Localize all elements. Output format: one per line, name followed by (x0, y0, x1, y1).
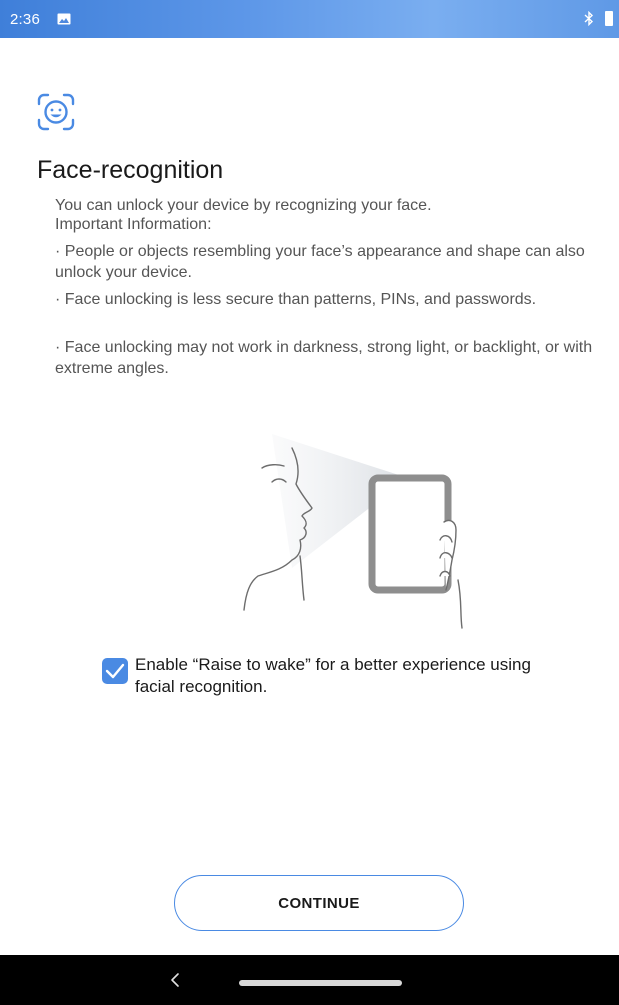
description-intro: You can unlock your device by recognizin… (55, 196, 600, 234)
raise-to-wake-option[interactable]: Enable “Raise to wake” for a better expe… (102, 654, 532, 704)
bluetooth-icon (584, 11, 594, 26)
info-bullet-2: · Face unlocking is less secure than pat… (55, 291, 537, 308)
important-info-label: Important Information: (55, 216, 212, 233)
status-bar: 2:36 (0, 0, 619, 38)
raise-to-wake-checkbox[interactable] (102, 658, 128, 684)
image-icon (57, 13, 71, 25)
raise-to-wake-label: Enable “Raise to wake” for a better expe… (135, 655, 531, 696)
continue-button[interactable]: CONTINUE (174, 875, 464, 931)
back-icon[interactable] (170, 972, 180, 988)
status-time: 2:36 (10, 11, 40, 28)
intro-text: You can unlock your device by recognizin… (55, 197, 432, 214)
info-bullet-3: · Face unlocking may not work in darknes… (55, 339, 593, 377)
info-bullet-1: · People or objects resembling your face… (55, 243, 585, 281)
home-pill[interactable] (239, 980, 402, 986)
page-title: Face-recognition (37, 156, 224, 184)
face-recognition-setup-screen: 2:36 Face-recognition You can unlock you… (0, 0, 619, 1005)
battery-icon (605, 11, 613, 26)
face-scan-illustration (243, 434, 463, 629)
checkmark-icon (105, 663, 125, 679)
face-recognition-icon (37, 93, 75, 131)
